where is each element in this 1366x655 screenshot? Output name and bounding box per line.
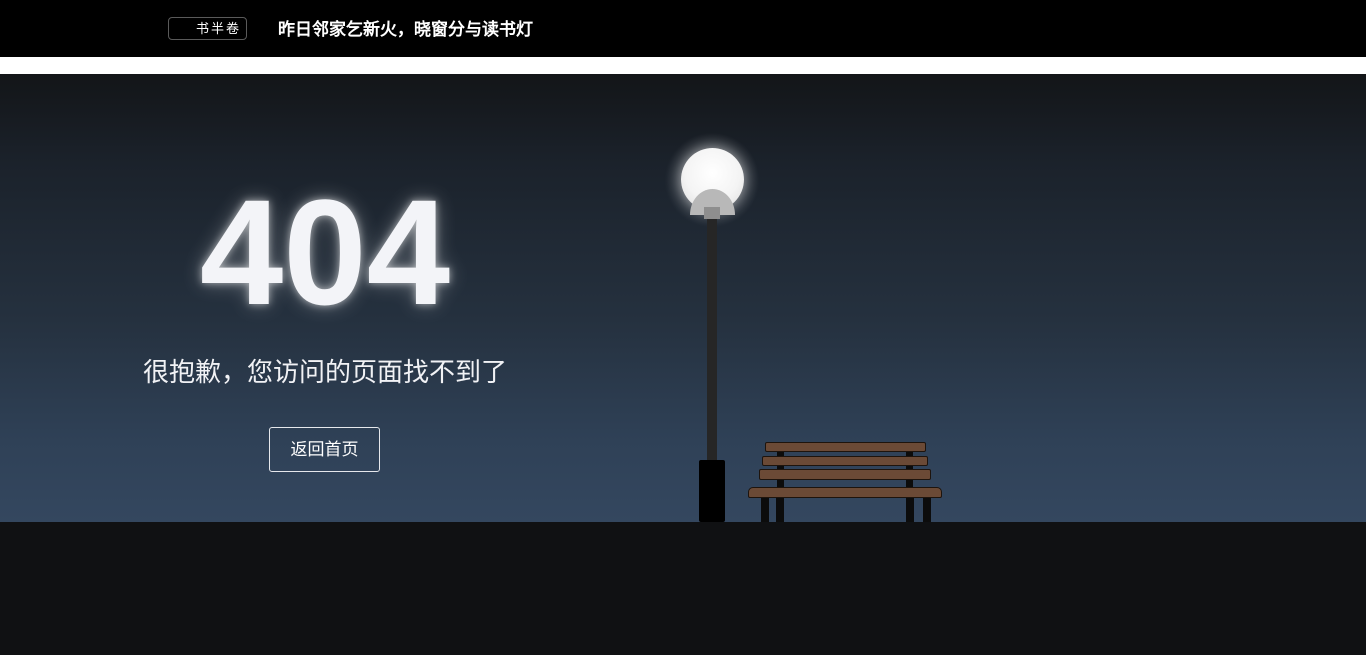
bench-back-slat <box>759 469 931 480</box>
lamp-base <box>699 460 725 522</box>
lamp-pole <box>707 219 717 464</box>
park-bench <box>748 441 942 522</box>
logo-button[interactable]: 书半卷 <box>168 17 247 40</box>
error-code: 404 <box>199 168 451 336</box>
bench-seat <box>748 487 942 498</box>
bench-back-slat <box>765 442 926 452</box>
bench-back-slat <box>762 456 928 466</box>
top-header: 书半卷 昨日邻家乞新火，晓窗分与读书灯 <box>0 0 1366 57</box>
ground <box>0 522 1366 655</box>
error-scene: 404 很抱歉，您访问的页面找不到了 返回首页 <box>0 74 1366 522</box>
bench-leg <box>776 498 784 522</box>
header-divider <box>0 57 1366 74</box>
bench-leg <box>761 498 769 522</box>
error-message: 很抱歉，您访问的页面找不到了 <box>142 357 507 387</box>
bench-leg <box>923 498 931 522</box>
site-slogan: 昨日邻家乞新火，晓窗分与读书灯 <box>278 20 533 39</box>
bench-leg <box>906 498 914 522</box>
back-home-button[interactable]: 返回首页 <box>269 427 380 472</box>
lamp-neck <box>704 207 720 219</box>
